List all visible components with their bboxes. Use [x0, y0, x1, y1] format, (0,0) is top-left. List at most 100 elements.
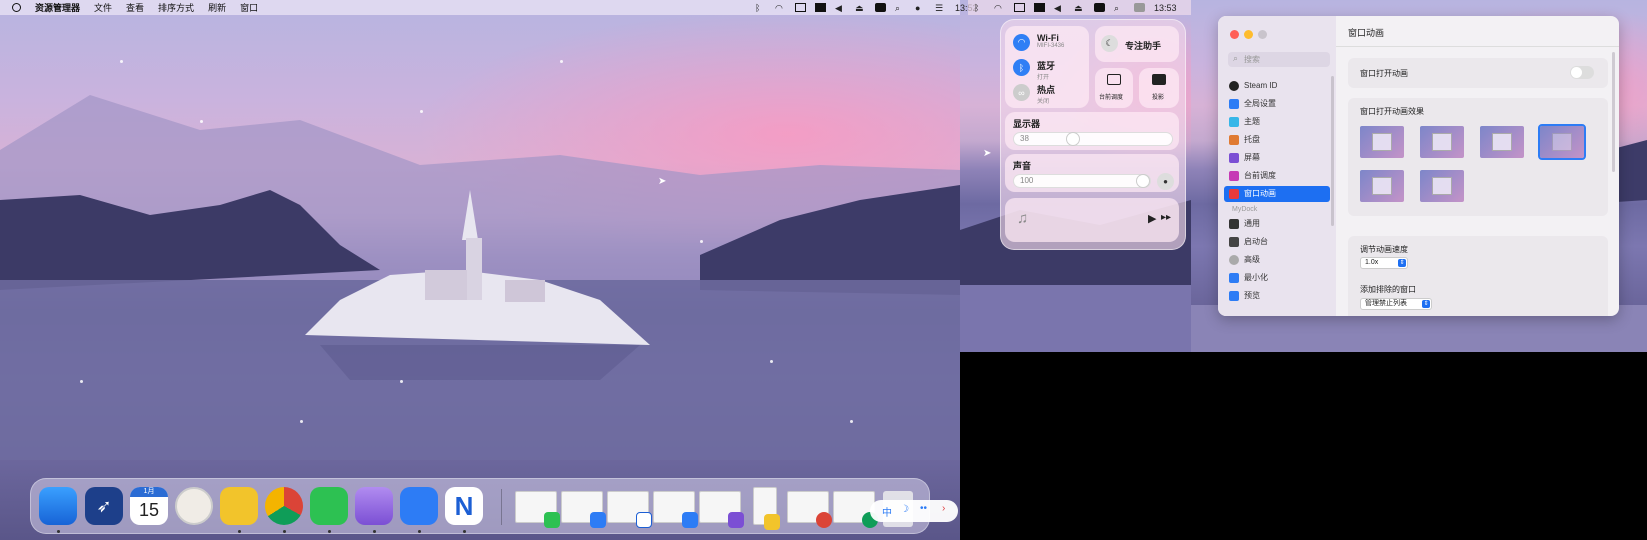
wifi-icon-2[interactable]: ◠ — [994, 3, 1005, 13]
effect-option-5[interactable] — [1360, 170, 1404, 202]
wechat-icon[interactable] — [310, 487, 348, 525]
dots-ime-icon[interactable]: •• — [920, 503, 927, 514]
brightness-knob[interactable] — [1066, 132, 1080, 146]
close-button[interactable] — [1230, 30, 1239, 39]
sidebar-scrollbar[interactable] — [1331, 76, 1334, 226]
menu-sort[interactable]: 排序方式 — [158, 1, 194, 14]
remote-desk-icon[interactable] — [220, 487, 258, 525]
zoom-button[interactable] — [1258, 30, 1267, 39]
effect-option-6[interactable] — [1420, 170, 1464, 202]
search-icon-2[interactable]: ⌕ — [1114, 3, 1125, 13]
volume-knob[interactable] — [1136, 174, 1150, 188]
bluetooth-icon[interactable]: ᛒ — [755, 3, 766, 13]
volume-icon-2[interactable]: ◀ — [1054, 3, 1065, 13]
bluetooth-icon-2[interactable]: ᛒ — [974, 3, 985, 13]
display-icon-2[interactable] — [1014, 3, 1025, 12]
speed-value: 1.0x — [1365, 259, 1379, 266]
steam-icon[interactable] — [875, 3, 886, 12]
sidebar-item-launchpad[interactable]: 启动台 — [1224, 234, 1330, 250]
sidebar-item-preview[interactable]: 预览 — [1224, 288, 1330, 304]
bot-app-icon[interactable] — [400, 487, 438, 525]
chevron-right-icon[interactable]: › — [942, 503, 945, 514]
chrome-icon[interactable] — [265, 487, 303, 525]
effect-option-2[interactable] — [1420, 126, 1464, 158]
effect-panel: 窗口打开动画效果 — [1348, 98, 1608, 216]
mirror-tile[interactable]: 投影 — [1139, 68, 1179, 108]
finder-monitor-icon[interactable] — [39, 487, 77, 525]
sidebar-item-tray[interactable]: 托盘 — [1224, 132, 1330, 148]
speed-label: 调节动画速度 — [1360, 245, 1408, 254]
sidebar-item-stage[interactable]: 台前调度 — [1224, 168, 1330, 184]
effect-option-4[interactable] — [1538, 124, 1586, 160]
battery-icon[interactable] — [815, 3, 826, 12]
control-center-icon-2[interactable] — [1134, 3, 1145, 12]
menu-app-name[interactable]: 资源管理器 — [35, 1, 80, 14]
steam-icon-2[interactable] — [1094, 3, 1105, 12]
n-app-icon[interactable]: N — [445, 487, 483, 525]
eject-icon-2[interactable]: ⏏ — [1074, 3, 1085, 13]
calendar-icon[interactable]: 1月 15 — [130, 487, 168, 525]
menu-file[interactable]: 文件 — [94, 1, 112, 14]
window-thumbnail[interactable] — [607, 491, 652, 528]
ime-mode[interactable]: 中 — [882, 504, 892, 519]
hotspot-toggle-icon[interactable]: ∞ — [1013, 84, 1030, 101]
exclude-button-label: 管理禁止列表 — [1365, 300, 1407, 307]
content-scrollbar[interactable] — [1612, 52, 1615, 172]
manage-exclude-button[interactable]: 管理禁止列表 ⇕ — [1360, 298, 1432, 310]
sidebar-item-steam-id[interactable]: Steam ID — [1224, 78, 1330, 94]
bluetooth-toggle-icon[interactable]: ᛒ — [1013, 59, 1030, 76]
display-icon[interactable] — [795, 3, 806, 12]
search-icon[interactable]: ⌕ — [895, 3, 906, 13]
window-thumbnail[interactable] — [653, 491, 698, 528]
sidebar-item-global[interactable]: 全局设置 — [1224, 96, 1330, 112]
eject-icon[interactable]: ⏏ — [855, 3, 866, 13]
menu-view[interactable]: 查看 — [126, 1, 144, 14]
menu-refresh[interactable]: 刷新 — [208, 1, 226, 14]
search-input[interactable]: 搜索 — [1228, 52, 1330, 67]
menu-logo-icon[interactable] — [12, 3, 21, 12]
volume-slider[interactable]: 100 — [1013, 174, 1151, 188]
volume-icon[interactable]: ◀ — [835, 3, 846, 13]
stage-manager-tile[interactable]: 台前调度 — [1095, 68, 1133, 108]
screen-icon — [1229, 153, 1239, 163]
obsidian-icon[interactable] — [355, 487, 393, 525]
volume-value: 100 — [1020, 176, 1034, 185]
next-icon[interactable]: ▸▸ — [1161, 212, 1171, 223]
window-thumbnail[interactable] — [787, 491, 832, 528]
sidebar-item-advanced[interactable]: 高级 — [1224, 252, 1330, 268]
sidebar-item-minimize[interactable]: 最小化 — [1224, 270, 1330, 286]
control-center-icon[interactable]: ☰ — [935, 3, 946, 13]
minimize-button[interactable] — [1244, 30, 1253, 39]
sidebar-item-theme[interactable]: 主题 — [1224, 114, 1330, 130]
window-thumbnail[interactable] — [833, 491, 878, 528]
wifi-toggle-icon[interactable]: ◠ — [1013, 34, 1030, 51]
mouse-cursor-icon-2: ➤ — [983, 148, 992, 159]
sidebar-item-window-anim[interactable]: 窗口动画 — [1224, 186, 1330, 202]
moon-ime-icon[interactable]: ☽ — [900, 504, 909, 515]
sidebar-item-screen[interactable]: 屏幕 — [1224, 150, 1330, 166]
window-thumbnail[interactable] — [561, 491, 606, 528]
battery-icon-2[interactable] — [1034, 3, 1045, 12]
mouse-cursor-icon: ➤ — [658, 176, 667, 187]
menu-window[interactable]: 窗口 — [240, 1, 258, 14]
wifi-icon[interactable]: ◠ — [775, 3, 786, 13]
window-thumbnail[interactable] — [753, 487, 780, 530]
clock-icon[interactable] — [175, 487, 213, 525]
launchpad-rocket-icon[interactable]: ➶ — [85, 487, 123, 525]
open-anim-toggle[interactable] — [1570, 66, 1594, 79]
settings-sidebar: 搜索 ⌕ Steam ID 全局设置 主题 托盘 屏幕 台前调度 窗口动画 My… — [1218, 16, 1336, 316]
brightness-slider[interactable]: 38 — [1013, 132, 1173, 146]
window-thumbnail[interactable] — [515, 491, 560, 528]
toggle-knob — [1571, 67, 1582, 78]
effect-option-1[interactable] — [1360, 126, 1404, 158]
sidebar-label: 全局设置 — [1244, 99, 1276, 108]
effect-option-3[interactable] — [1480, 126, 1524, 158]
sidebar-item-general[interactable]: 通用 — [1224, 216, 1330, 232]
clock-right[interactable]: 13:53 — [1154, 3, 1177, 13]
microphone-icon[interactable]: ● — [1157, 173, 1174, 190]
window-thumbnail[interactable] — [699, 491, 744, 528]
speed-select[interactable]: 1.0x ⇕ — [1360, 257, 1408, 269]
focus-tile[interactable]: ☾ 专注助手 — [1095, 26, 1179, 62]
play-icon[interactable]: ▶ — [1148, 212, 1156, 225]
profile-icon[interactable]: ● — [915, 3, 926, 13]
